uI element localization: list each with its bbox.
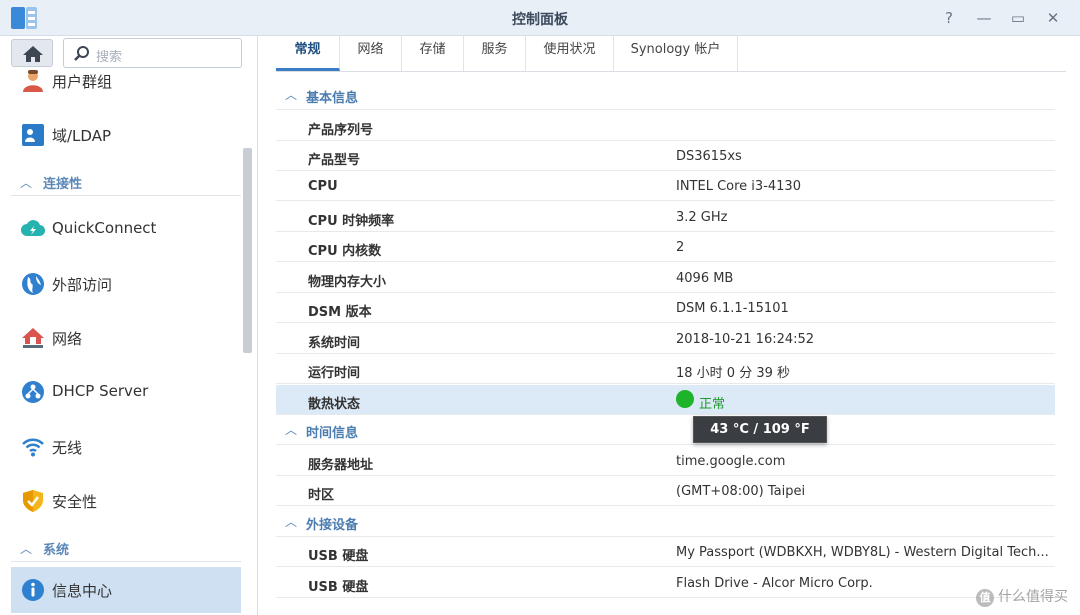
sidebar-scrollbar[interactable] bbox=[243, 148, 252, 353]
sidebar-item-external-access[interactable]: 外部访问 bbox=[11, 261, 241, 307]
window-title: 控制面板 bbox=[512, 12, 568, 28]
wifi-icon bbox=[22, 438, 44, 457]
tab-bar: 常规 网络 存储 服务 使用状况 Synology 帐户 bbox=[276, 36, 1066, 72]
group-basic-info[interactable]: ︿ 基本信息 bbox=[276, 80, 1055, 110]
shield-icon bbox=[23, 490, 43, 512]
sidebar-item-quickconnect[interactable]: QuickConnect bbox=[11, 206, 241, 252]
sidebar-item-info-center[interactable]: 信息中心 bbox=[11, 567, 241, 613]
sidebar-item-security[interactable]: 安全性 bbox=[11, 478, 241, 524]
minimize-icon[interactable]: — bbox=[973, 7, 995, 29]
network-icon bbox=[22, 328, 44, 348]
dhcp-icon bbox=[22, 381, 44, 403]
info-row: 时区 (GMT+08:00) Taipei bbox=[276, 476, 1055, 506]
tab-usage[interactable]: 使用状况 bbox=[526, 36, 614, 71]
chevron-up-icon: ︿ bbox=[285, 88, 298, 102]
info-row: 物理内存大小 4096 MB bbox=[276, 263, 1055, 293]
ldap-icon bbox=[22, 124, 44, 146]
chevron-up-icon: ︿ bbox=[285, 423, 298, 437]
sidebar-item-wireless[interactable]: 无线 bbox=[11, 424, 241, 470]
group-time-info[interactable]: ︿ 时间信息 bbox=[276, 415, 1055, 445]
tab-storage[interactable]: 存储 bbox=[402, 36, 464, 71]
help-icon[interactable]: ? bbox=[938, 7, 960, 29]
info-row: DSM 版本 DSM 6.1.1-15101 bbox=[276, 293, 1055, 323]
status-ok-icon bbox=[676, 390, 694, 408]
sidebar-item-network[interactable]: 网络 bbox=[11, 315, 241, 361]
section-system[interactable]: ︿ 系统 bbox=[11, 534, 241, 562]
chevron-up-icon: ︿ bbox=[20, 542, 33, 556]
watermark-logo-icon: 值 bbox=[976, 589, 994, 607]
temperature-tooltip: 43 °C / 109 °F bbox=[693, 416, 827, 443]
tab-synology-account[interactable]: Synology 帐户 bbox=[614, 36, 738, 71]
sidebar-item-user-group[interactable]: 用户群组 bbox=[11, 58, 241, 104]
info-row: USB 硬盘 Flash Drive - Alcor Micro Corp. bbox=[276, 568, 1055, 598]
thermal-status-row[interactable]: 散热状态 正常 bbox=[276, 385, 1055, 415]
chevron-up-icon: ︿ bbox=[20, 176, 33, 190]
globe-icon bbox=[22, 273, 44, 295]
quickconnect-icon bbox=[21, 220, 45, 237]
watermark: 值什么值得买 bbox=[976, 586, 1068, 607]
sidebar-item-ldap[interactable]: 域/LDAP bbox=[11, 112, 241, 158]
close-icon[interactable]: ✕ bbox=[1042, 7, 1064, 29]
info-row: CPU 内核数 2 bbox=[276, 232, 1055, 262]
info-row: 产品型号 DS3615xs bbox=[276, 141, 1055, 171]
info-row: CPU INTEL Core i3-4130 bbox=[276, 171, 1055, 201]
group-external-devices[interactable]: ︿ 外接设备 bbox=[276, 507, 1055, 537]
tab-general[interactable]: 常规 bbox=[276, 36, 340, 71]
maximize-icon[interactable]: ▭ bbox=[1007, 7, 1029, 29]
title-bar: 控制面板 ? — ▭ ✕ bbox=[0, 0, 1080, 36]
info-row: 服务器地址 time.google.com bbox=[276, 446, 1055, 476]
info-row: 产品序列号 bbox=[276, 111, 1055, 141]
info-row: USB 硬盘 My Passport (WDBKXH, WDBY8L) - We… bbox=[276, 537, 1055, 567]
section-connectivity[interactable]: ︿ 连接性 bbox=[11, 168, 241, 196]
info-icon bbox=[22, 579, 44, 601]
tab-network[interactable]: 网络 bbox=[340, 36, 402, 71]
sidebar: 搜索 用户群组 域/LDAP ︿ 连接性 QuickConnect 外部访问 网… bbox=[0, 36, 258, 615]
info-row: CPU 时钟频率 3.2 GHz bbox=[276, 202, 1055, 232]
user-group-icon bbox=[23, 70, 43, 92]
chevron-up-icon: ︿ bbox=[285, 515, 298, 529]
info-row: 运行时间 18 小时 0 分 39 秒 bbox=[276, 354, 1055, 384]
sidebar-item-dhcp[interactable]: DHCP Server bbox=[11, 369, 241, 415]
info-row: 系统时间 2018-10-21 16:24:52 bbox=[276, 324, 1055, 354]
thermal-status-value: 正常 bbox=[699, 397, 726, 412]
tab-services[interactable]: 服务 bbox=[464, 36, 526, 71]
